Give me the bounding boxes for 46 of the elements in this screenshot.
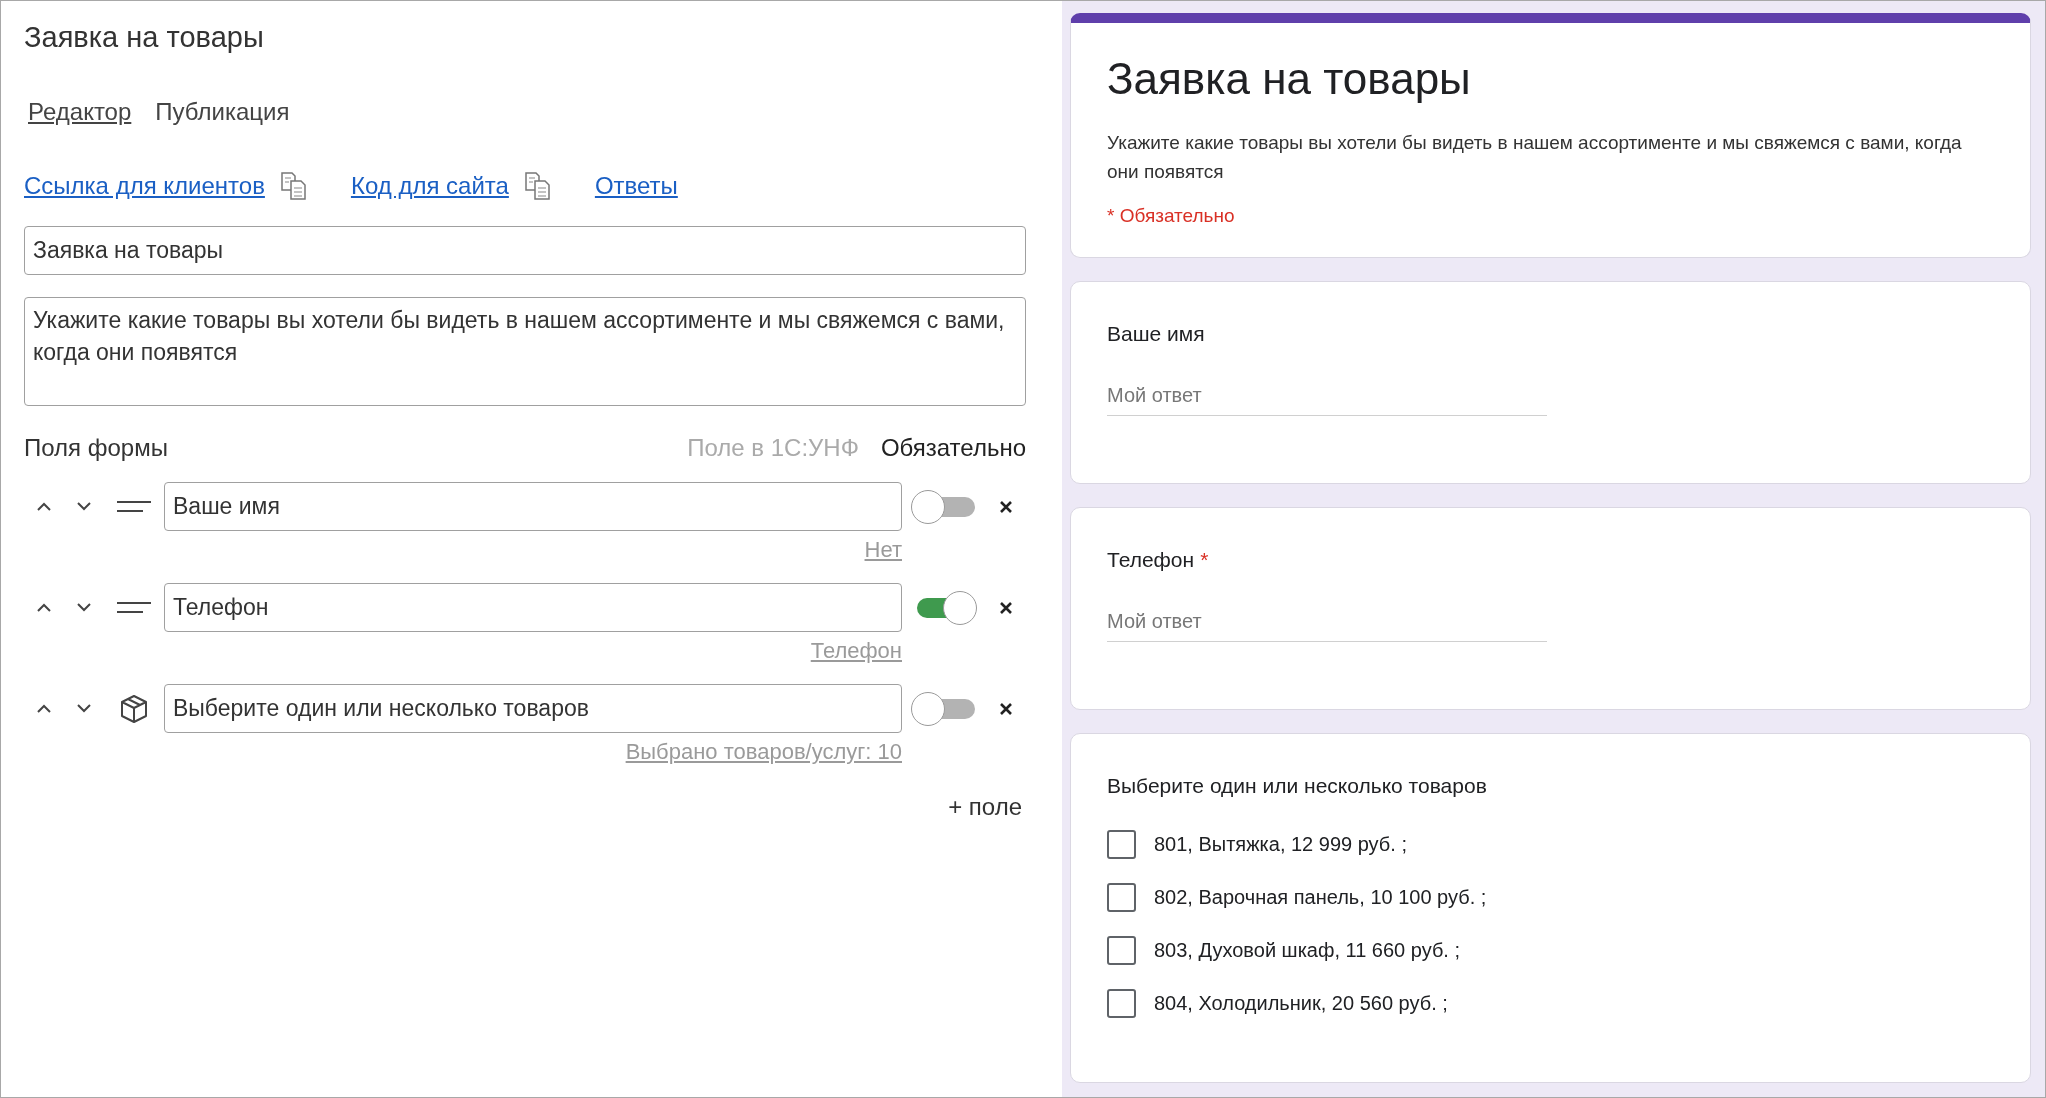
description-input[interactable]: Укажите какие товары вы хотели бы видеть в нашем ассортименте и мы свяжемся с вами, когда они появятся xyxy=(24,297,1026,406)
title-input[interactable]: Заявка на товары xyxy=(24,226,1026,275)
copy-icon[interactable] xyxy=(524,172,551,200)
required-note: * Обязательно xyxy=(1107,204,1236,227)
chevron-up-icon[interactable] xyxy=(37,603,51,612)
copy-icon[interactable] xyxy=(280,172,307,200)
chevron-up-icon[interactable] xyxy=(37,502,51,511)
chevron-down-icon[interactable] xyxy=(77,502,91,511)
checkbox[interactable] xyxy=(1107,988,1136,1018)
cube-icon xyxy=(120,693,148,724)
tab[interactable]: Публикация xyxy=(155,98,290,126)
lines-icon xyxy=(117,500,151,513)
option-label: 802, Варочная панель, 10 100 руб. ; xyxy=(1154,885,1487,909)
question-label: Выберите один или несколько товаров xyxy=(1107,773,1487,798)
close-icon[interactable] xyxy=(999,499,1013,514)
field-name-input[interactable]: Телефон xyxy=(164,583,902,632)
preview-description: Укажите какие товары вы хотели бы видеть в нашем ассортименте и мы свяжемся с вами, когда они появятся xyxy=(1107,130,1963,185)
close-icon[interactable] xyxy=(999,701,1013,716)
lines-icon xyxy=(117,601,151,614)
question-label: Ваше имя xyxy=(1107,321,1205,346)
add-field-button[interactable]: + поле xyxy=(948,793,1022,821)
required-toggle[interactable] xyxy=(911,489,977,524)
tab[interactable]: Редактор xyxy=(28,98,132,126)
required-toggle[interactable] xyxy=(911,691,977,726)
column-label: Поле в 1С:УНФ xyxy=(687,434,859,462)
option-label: 803, Духовой шкаф, 11 660 руб. ; xyxy=(1154,938,1461,962)
required-mark: * xyxy=(1200,547,1209,572)
question-label: Телефон xyxy=(1107,547,1195,572)
chevron-up-icon[interactable] xyxy=(37,704,51,713)
form-title: Заявка на товары xyxy=(24,20,265,52)
checkbox[interactable] xyxy=(1107,882,1136,912)
column-label: Обязательно xyxy=(880,434,1026,462)
option-label: 801, Вытяжка, 12 999 руб. ; xyxy=(1154,832,1407,856)
field-name-input[interactable]: Ваше имя xyxy=(164,482,902,531)
checkbox[interactable] xyxy=(1107,829,1136,859)
close-icon[interactable] xyxy=(999,600,1013,615)
link[interactable]: Ссылка для клиентов xyxy=(24,172,265,200)
field-name-input[interactable]: Выберите один или несколько товаров xyxy=(164,684,902,733)
link[interactable]: Ответы xyxy=(594,172,678,200)
checkbox[interactable] xyxy=(1107,935,1136,965)
section-label: Поля формы xyxy=(24,434,169,462)
chevron-down-icon[interactable] xyxy=(77,704,91,713)
preview-title: Заявка на товары xyxy=(1107,53,1472,105)
link[interactable]: Код для сайта xyxy=(350,172,509,200)
chevron-down-icon[interactable] xyxy=(77,603,91,612)
option-label: 804, Холодильник, 20 560 руб. ; xyxy=(1154,991,1448,1015)
